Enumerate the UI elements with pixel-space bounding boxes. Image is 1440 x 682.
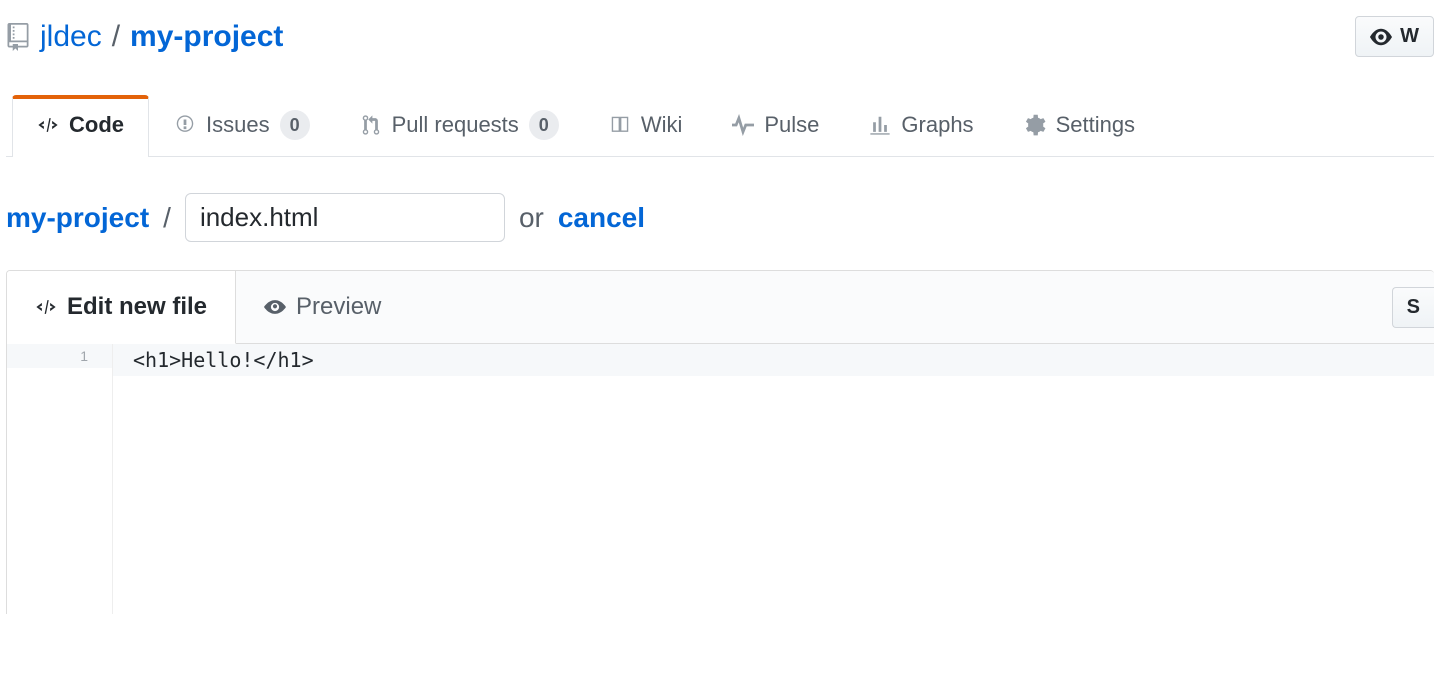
editor-panel: Edit new file Preview S 1 <h1>Hello!</h1… — [6, 270, 1434, 614]
tab-code[interactable]: Code — [12, 95, 149, 157]
file-breadcrumb: my-project / or cancel — [0, 157, 1440, 260]
tab-pulls-count: 0 — [529, 110, 559, 140]
code-body[interactable]: <h1>Hello!</h1> — [113, 344, 1434, 614]
tab-issues[interactable]: Issues 0 — [149, 95, 335, 156]
indent-mode-button[interactable]: S — [1392, 287, 1434, 328]
cancel-link[interactable]: cancel — [558, 202, 645, 234]
filename-input[interactable] — [185, 193, 505, 242]
code-icon — [35, 296, 57, 318]
repo-icon — [6, 23, 30, 51]
tab-edit-file-label: Edit new file — [67, 293, 207, 321]
editor-tabs: Edit new file Preview S — [7, 271, 1434, 344]
code-line[interactable]: <h1>Hello!</h1> — [113, 344, 1434, 376]
tab-preview-label: Preview — [296, 293, 381, 321]
gear-icon — [1024, 114, 1046, 136]
graph-icon — [869, 114, 891, 136]
code-icon — [37, 114, 59, 136]
tab-graphs[interactable]: Graphs — [844, 95, 998, 156]
pull-request-icon — [360, 114, 382, 136]
breadcrumb-root-link[interactable]: my-project — [6, 202, 149, 234]
gutter: 1 — [7, 344, 113, 614]
tab-settings-label: Settings — [1056, 112, 1136, 138]
tab-issues-label: Issues — [206, 112, 270, 138]
breadcrumb-slash: / — [112, 20, 120, 54]
tab-code-label: Code — [69, 112, 124, 138]
tab-pulls-label: Pull requests — [392, 112, 519, 138]
tab-pull-requests[interactable]: Pull requests 0 — [335, 95, 584, 156]
eye-icon — [264, 296, 286, 318]
tab-pulse-label: Pulse — [764, 112, 819, 138]
repo-name-link[interactable]: my-project — [130, 20, 283, 54]
tab-wiki[interactable]: Wiki — [584, 95, 708, 156]
watch-label: W — [1400, 25, 1419, 48]
or-text: or — [519, 202, 544, 234]
breadcrumb-slash-2: / — [163, 202, 171, 234]
line-number: 1 — [7, 344, 112, 368]
tab-wiki-label: Wiki — [641, 112, 683, 138]
tab-preview[interactable]: Preview — [236, 271, 410, 343]
repo-owner-link[interactable]: jldec — [40, 20, 102, 54]
repo-tabs: Code Issues 0 Pull requests 0 Wiki Pulse… — [6, 95, 1434, 157]
eye-icon — [1370, 26, 1392, 48]
tab-issues-count: 0 — [280, 110, 310, 140]
pulse-icon — [732, 114, 754, 136]
watch-button[interactable]: W — [1355, 16, 1434, 57]
tab-settings[interactable]: Settings — [999, 95, 1161, 156]
issue-icon — [174, 114, 196, 136]
repo-title: jldec / my-project — [6, 20, 283, 54]
tab-pulse[interactable]: Pulse — [707, 95, 844, 156]
book-icon — [609, 114, 631, 136]
tab-graphs-label: Graphs — [901, 112, 973, 138]
tab-edit-file[interactable]: Edit new file — [7, 271, 236, 344]
code-editor[interactable]: 1 <h1>Hello!</h1> — [7, 344, 1434, 614]
